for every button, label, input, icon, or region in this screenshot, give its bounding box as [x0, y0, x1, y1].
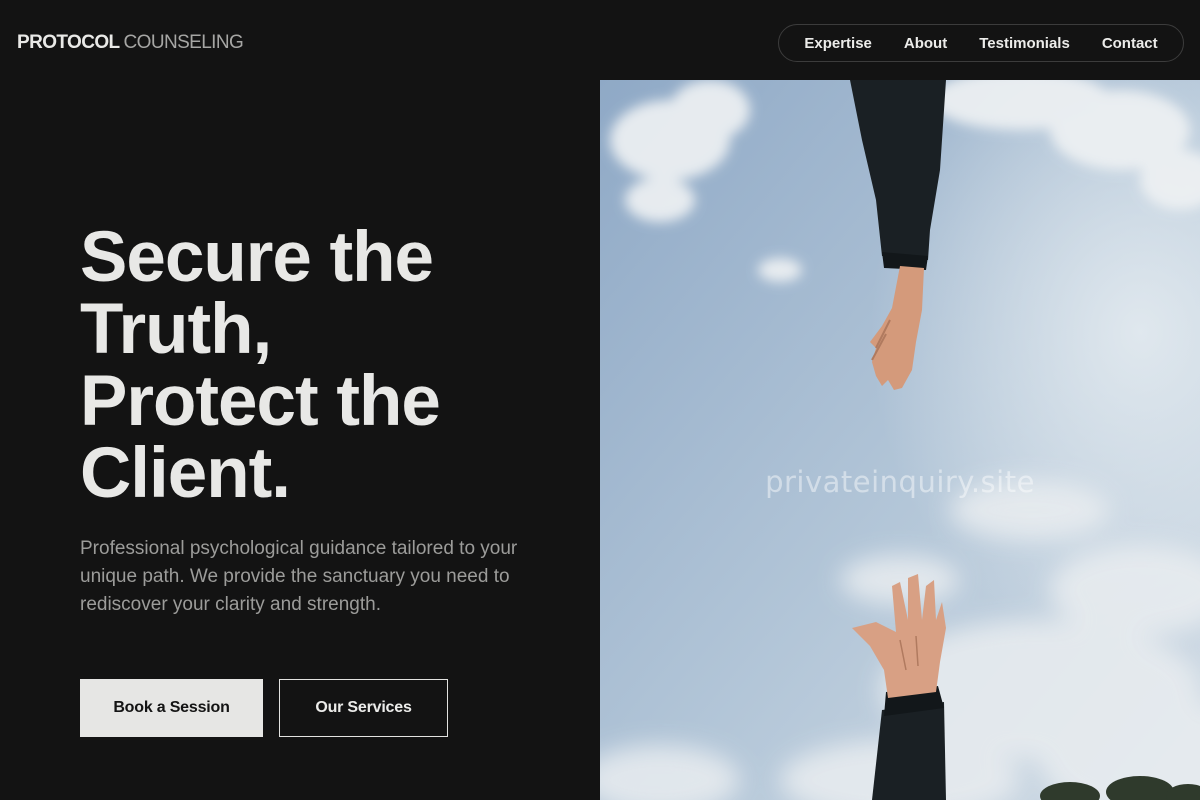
book-session-button[interactable]: Book a Session	[80, 679, 263, 737]
hero-subtitle: Professional psychological guidance tail…	[80, 538, 518, 615]
nav-link-contact[interactable]: Contact	[1102, 35, 1158, 52]
brand-name-light: COUNSELING	[123, 32, 244, 53]
hero-image: privateinquiry.site	[600, 80, 1200, 800]
hands-reaching-sky-illustration	[600, 80, 1200, 800]
hero-title-line: Truth,	[80, 290, 272, 369]
nav-link-testimonials[interactable]: Testimonials	[979, 35, 1070, 52]
main-nav: Expertise About Testimonials Contact	[778, 24, 1184, 62]
brand-name-strong: PROTOCOL	[17, 32, 120, 53]
hero-title-line: Secure the	[80, 218, 434, 297]
hero-title-line: Protect the	[80, 362, 441, 441]
our-services-button[interactable]: Our Services	[279, 679, 448, 737]
hero-title-line: Client.	[80, 434, 291, 513]
brand-logo[interactable]: PROTOCOL COUNSELING	[17, 31, 244, 55]
nav-link-expertise[interactable]: Expertise	[804, 35, 872, 52]
site-header: PROTOCOL COUNSELING Expertise About Testi…	[0, 0, 1200, 80]
nav-link-about[interactable]: About	[904, 35, 947, 52]
hero-title: Secure the Truth, Protect the Client.	[80, 222, 580, 510]
